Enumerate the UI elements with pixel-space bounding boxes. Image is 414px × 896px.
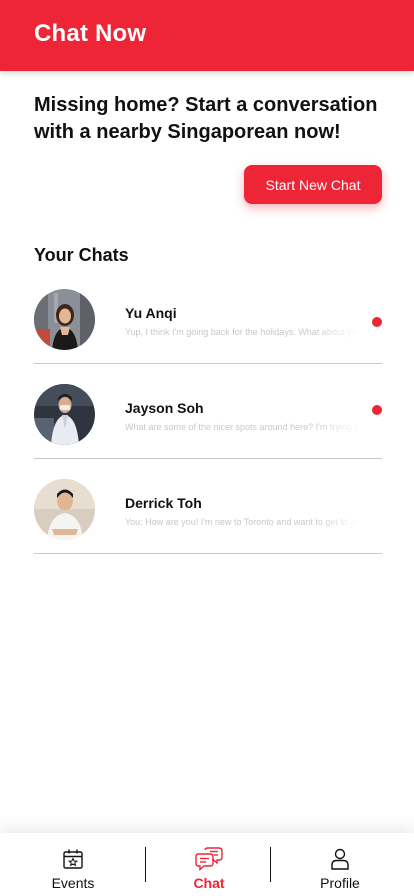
chat-item-jayson-soh[interactable]: Jayson Soh What are some of the nicer sp…	[34, 364, 382, 459]
nav-divider	[145, 847, 146, 882]
your-chats-heading: Your Chats	[34, 245, 129, 265]
chat-item-derrick-toh[interactable]: Derrick Toh You: How are you! I'm new to…	[34, 459, 382, 554]
person-icon	[330, 847, 350, 871]
nav-divider	[270, 847, 271, 882]
unread-indicator	[372, 405, 382, 415]
chat-preview: You: How are you! I'm new to Toronto and…	[125, 517, 360, 527]
nav-label: Chat	[193, 875, 225, 891]
nav-tab-profile[interactable]: Profile	[280, 833, 400, 896]
avatar	[34, 384, 95, 445]
chat-bubbles-icon	[195, 847, 223, 871]
nav-tab-events[interactable]: Events	[13, 833, 133, 896]
chat-name: Jayson Soh	[125, 400, 204, 416]
chat-list: Yu Anqi Yup, I think I'm going back for …	[34, 269, 382, 554]
page-title: Chat Now	[34, 20, 147, 47]
avatar	[34, 289, 95, 350]
chat-name: Yu Anqi	[125, 305, 177, 321]
nav-label: Profile	[320, 875, 360, 891]
avatar	[34, 479, 95, 540]
chat-name: Derrick Toh	[125, 495, 202, 511]
bottom-navigation: Events Chat Profile	[0, 833, 414, 896]
intro-text: Missing home? Start a conversation with …	[34, 94, 378, 143]
nav-label: Events	[51, 875, 95, 891]
chat-preview: What are some of the nicer spots around …	[125, 422, 360, 432]
chat-preview: Yup, I think I'm going back for the holi…	[125, 327, 360, 337]
unread-indicator	[372, 317, 382, 327]
app-header: Chat Now	[0, 0, 414, 71]
nav-tab-chat[interactable]: Chat	[149, 833, 269, 896]
start-new-chat-button[interactable]: Start New Chat	[244, 165, 382, 204]
chat-item-yu-anqi[interactable]: Yu Anqi Yup, I think I'm going back for …	[34, 269, 382, 364]
calendar-star-icon	[62, 847, 84, 871]
